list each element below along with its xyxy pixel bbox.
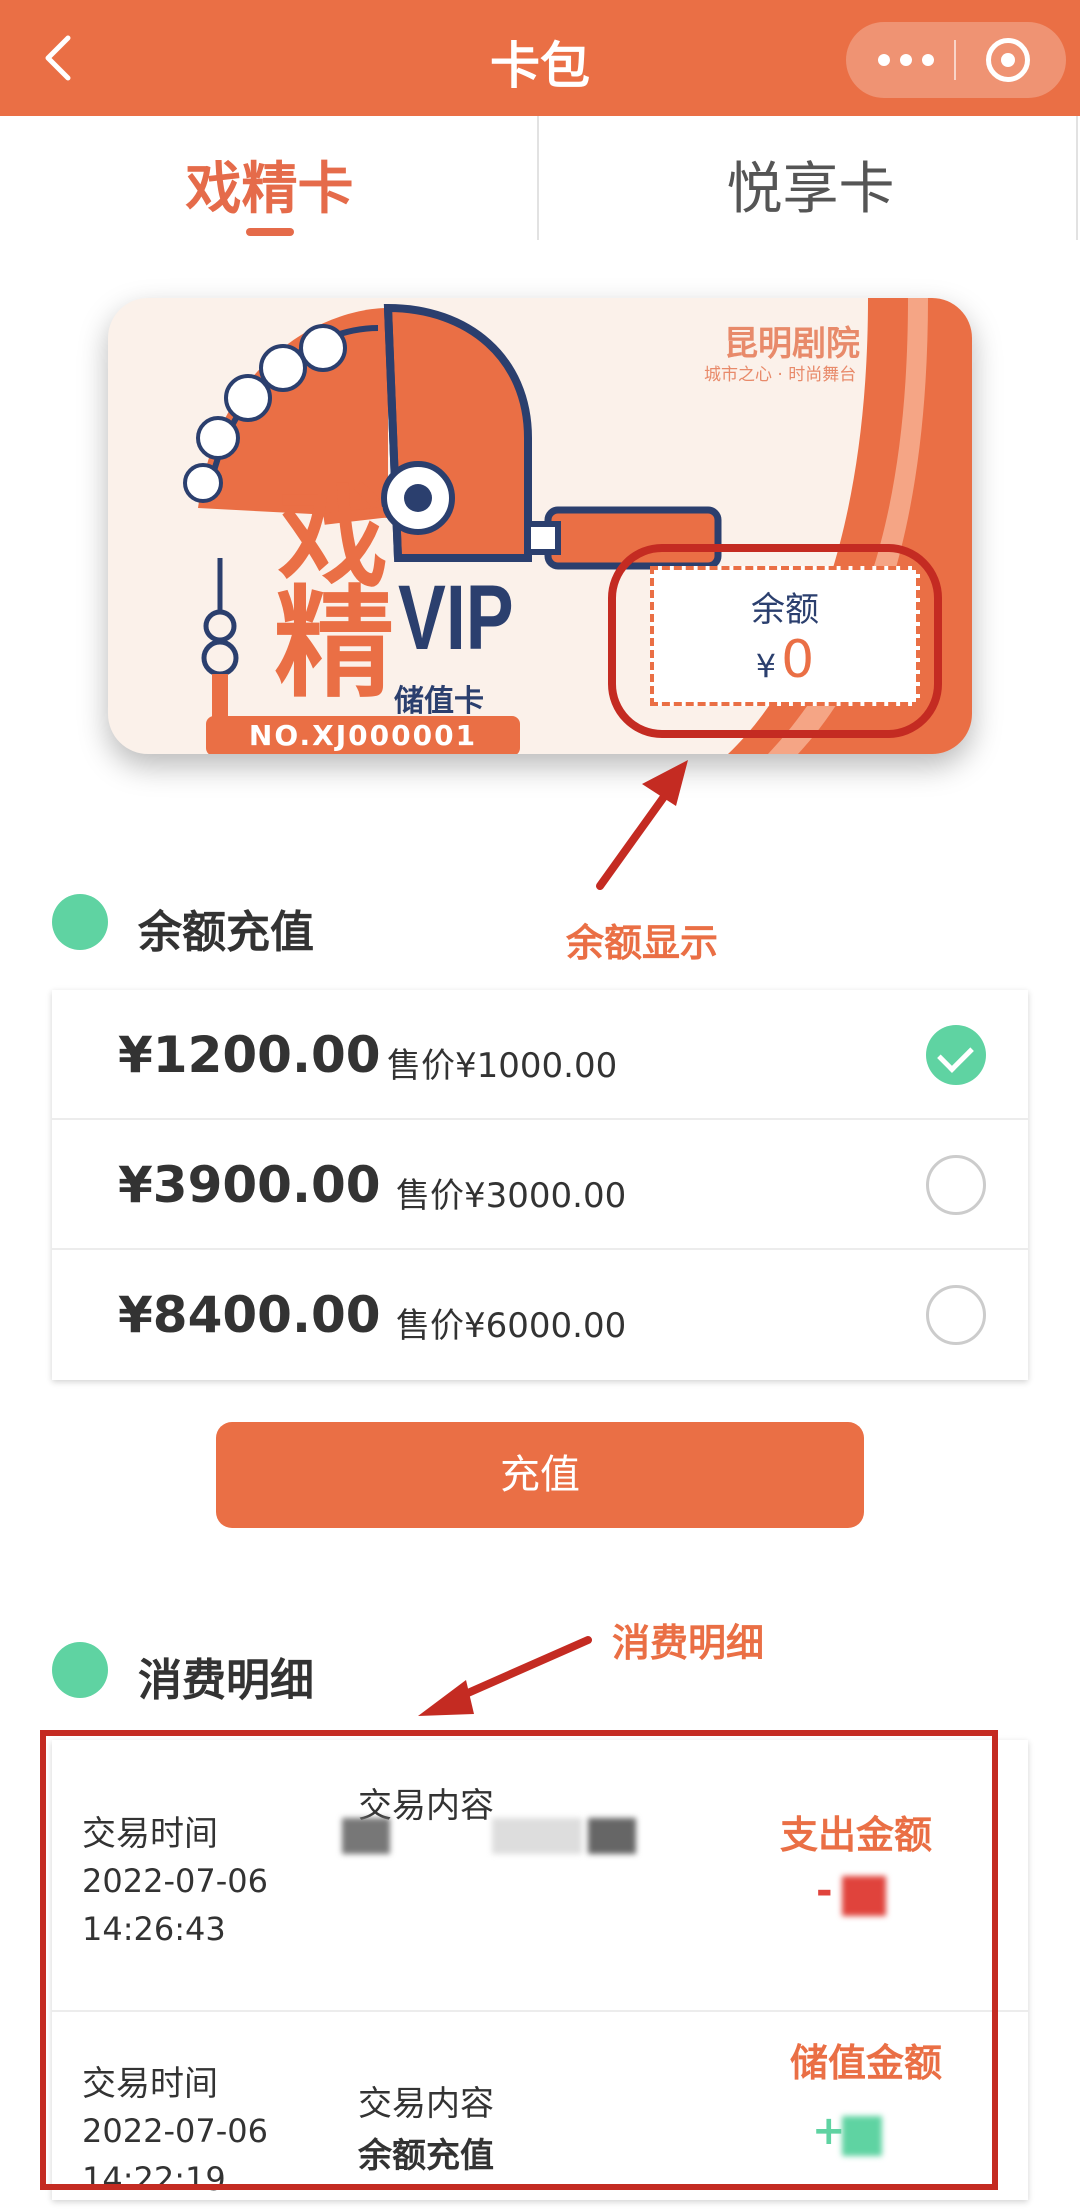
card-subtitle: 储值卡 (394, 684, 484, 719)
option-amount: ¥8400.00 (118, 1286, 381, 1344)
radio-icon[interactable] (926, 1155, 986, 1215)
detail-arrow-head (418, 1680, 474, 1716)
annotation-balance: 余额显示 (566, 921, 719, 965)
tab-divider (537, 116, 539, 240)
recharge-option[interactable]: ¥8400.00 售价¥6000.00 (52, 1250, 1028, 1380)
close-target-icon[interactable] (986, 38, 1030, 82)
tab-underline (246, 228, 294, 236)
section-dot (52, 894, 108, 950)
card-char-jing: 精 (274, 573, 394, 714)
tab-xijing-card[interactable]: 戏精卡 (0, 116, 539, 240)
annotation-expense: 支出金额 (780, 1813, 933, 1857)
recharge-options: ¥1200.00 售价¥1000.00 ¥3900.00 售价¥3000.00 … (52, 990, 1028, 1380)
balance-label: 余额 (751, 590, 819, 630)
card-number: NO.XJ000001 (206, 716, 520, 754)
transactions-title: 消费明细 (138, 1655, 314, 1706)
tab-yuexiang-card[interactable]: 悦享卡 (541, 116, 1080, 240)
option-price: 售价¥3000.00 (396, 1176, 627, 1216)
recharge-option[interactable]: ¥3900.00 售价¥3000.00 (52, 1120, 1028, 1250)
option-amount: ¥1200.00 (118, 1026, 381, 1084)
mini-program-capsule (846, 22, 1066, 98)
checkmark-icon[interactable] (926, 1025, 986, 1085)
annotation-deposit: 储值金额 (790, 2041, 943, 2085)
recharge-title: 余额充值 (138, 907, 314, 958)
option-price: 售价¥6000.00 (396, 1306, 627, 1346)
recharge-option[interactable]: ¥1200.00 售价¥1000.00 (52, 990, 1028, 1120)
option-amount: ¥3900.00 (118, 1156, 381, 1214)
balance-box: 余额 ¥ 0 (650, 566, 920, 706)
nav-bar: 卡包 (0, 0, 1080, 116)
annotation-detail: 消费明细 (612, 1621, 765, 1665)
tab-edge (1076, 116, 1078, 240)
balance-arrow-head (642, 760, 688, 806)
card-tabs: 戏精卡 悦享卡 (0, 116, 1080, 240)
radio-icon[interactable] (926, 1285, 986, 1345)
balance-value: ¥ 0 (755, 630, 815, 690)
more-icon[interactable] (878, 52, 938, 68)
balance-arrow-shaft (596, 776, 680, 890)
transaction-highlight-box (40, 1730, 998, 2190)
theatre-logo-text: 昆明剧院 (724, 324, 860, 364)
detail-arrow-shaft (448, 1636, 592, 1704)
vip-card: 昆明剧院 城市之心 · 时尚舞台 戏 精 VIP 储值卡 NO.XJ000001… (108, 298, 972, 754)
capsule-divider (954, 40, 956, 80)
recharge-button[interactable]: 充值 (216, 1422, 864, 1528)
section-dot (52, 1642, 108, 1698)
theatre-slogan: 城市之心 · 时尚舞台 (704, 365, 857, 385)
option-price: 售价¥1000.00 (387, 1046, 618, 1086)
card-vip-text: VIP (398, 567, 514, 669)
